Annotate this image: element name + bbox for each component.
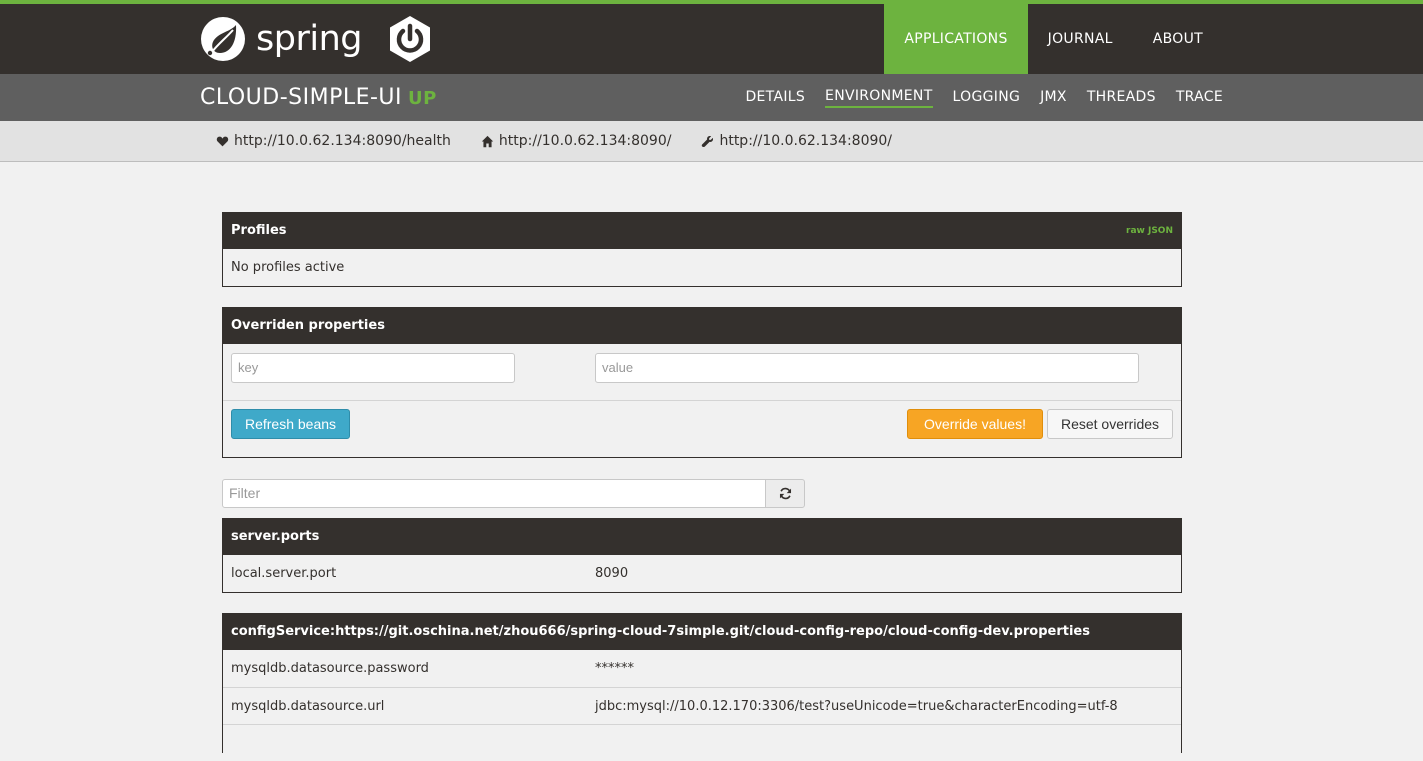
- profiles-panel-header: Profiles raw JSON: [223, 213, 1181, 249]
- table-row: mysqldb.datasource.password ******: [223, 650, 1181, 687]
- health-url-text: http://10.0.62.134:8090/health: [234, 133, 451, 149]
- management-url-text: http://10.0.62.134:8090/: [719, 133, 893, 149]
- status-badge: UP: [408, 88, 437, 109]
- server-ports-header: server.ports: [223, 519, 1181, 555]
- tab-jmx[interactable]: JMX: [1040, 89, 1067, 107]
- nav-applications[interactable]: APPLICATIONS: [884, 4, 1028, 74]
- profiles-panel: Profiles raw JSON No profiles active: [222, 212, 1182, 287]
- tab-environment[interactable]: ENVIRONMENT: [825, 88, 933, 108]
- property-key: mysqldb.datasource.password: [231, 661, 429, 676]
- property-key: mysqldb.datasource.url: [231, 699, 385, 714]
- brand-name: spring: [256, 19, 362, 59]
- property-value: ******: [595, 661, 634, 676]
- brand-logo[interactable]: spring: [200, 16, 434, 62]
- refresh-beans-button[interactable]: Refresh beans: [231, 409, 350, 439]
- property-value: 8090: [595, 566, 629, 581]
- url-bar: http://10.0.62.134:8090/health http://10…: [0, 121, 1423, 162]
- home-url-text: http://10.0.62.134:8090/: [498, 133, 672, 149]
- home-icon: [481, 135, 494, 147]
- wrench-icon: [702, 135, 714, 147]
- overrides-divider: [223, 400, 1181, 401]
- override-values-button[interactable]: Override values!: [907, 409, 1043, 439]
- raw-json-link[interactable]: raw JSON: [1126, 213, 1173, 249]
- overrides-panel: Overriden properties key value Refresh b…: [222, 307, 1182, 458]
- profiles-title: Profiles: [231, 223, 287, 238]
- heart-icon: [216, 136, 229, 146]
- profiles-status-text: No profiles active: [231, 260, 345, 275]
- config-service-panel: configService:https://git.oschina.net/zh…: [222, 613, 1182, 753]
- config-service-title: configService:https://git.oschina.net/zh…: [231, 624, 1090, 639]
- value-input[interactable]: value: [595, 353, 1139, 383]
- tab-details[interactable]: DETAILS: [745, 89, 805, 107]
- nav-about[interactable]: ABOUT: [1133, 4, 1223, 74]
- application-subnav: DETAILS ENVIRONMENT LOGGING JMX THREADS …: [725, 74, 1223, 121]
- property-key: local.server.port: [231, 566, 337, 581]
- refresh-icon: [779, 487, 791, 500]
- tab-threads[interactable]: THREADS: [1087, 89, 1156, 107]
- profiles-status-row: No profiles active: [223, 249, 1181, 286]
- nav-journal[interactable]: JOURNAL: [1028, 4, 1133, 74]
- overrides-panel-header: Overriden properties: [223, 308, 1181, 344]
- filter-input[interactable]: Filter: [222, 479, 766, 508]
- application-bar: CLOUD-SIMPLE-UI UP DETAILS ENVIRONMENT LO…: [0, 74, 1423, 121]
- table-row: [223, 724, 1181, 761]
- reset-overrides-button[interactable]: Reset overrides: [1047, 409, 1173, 439]
- tab-trace[interactable]: TRACE: [1176, 89, 1223, 107]
- table-row: mysqldb.datasource.url jdbc:mysql://10.0…: [223, 687, 1181, 724]
- property-value: jdbc:mysql://10.0.12.170:3306/test?useUn…: [595, 699, 1118, 714]
- tab-logging[interactable]: LOGGING: [953, 89, 1021, 107]
- refresh-filter-button[interactable]: [765, 479, 805, 508]
- health-url-link[interactable]: http://10.0.62.134:8090/health: [216, 133, 451, 149]
- application-name: CLOUD-SIMPLE-UI: [200, 85, 403, 110]
- config-service-header: configService:https://git.oschina.net/zh…: [223, 614, 1181, 650]
- table-row: local.server.port 8090: [223, 555, 1181, 592]
- spring-leaf-icon: [201, 17, 245, 61]
- overrides-title: Overriden properties: [231, 318, 385, 333]
- top-header: spring APPLICATIONS JOURNAL ABOUT: [0, 0, 1423, 74]
- server-ports-title: server.ports: [231, 529, 320, 544]
- application-title: CLOUD-SIMPLE-UI UP: [200, 74, 437, 122]
- management-url-link[interactable]: http://10.0.62.134:8090/: [701, 133, 892, 149]
- key-input[interactable]: key: [231, 353, 515, 383]
- spring-boot-power-icon: [389, 16, 430, 62]
- server-ports-panel: server.ports local.server.port 8090: [222, 518, 1182, 593]
- home-url-link[interactable]: http://10.0.62.134:8090/: [481, 133, 672, 149]
- main-nav: APPLICATIONS JOURNAL ABOUT: [884, 4, 1223, 74]
